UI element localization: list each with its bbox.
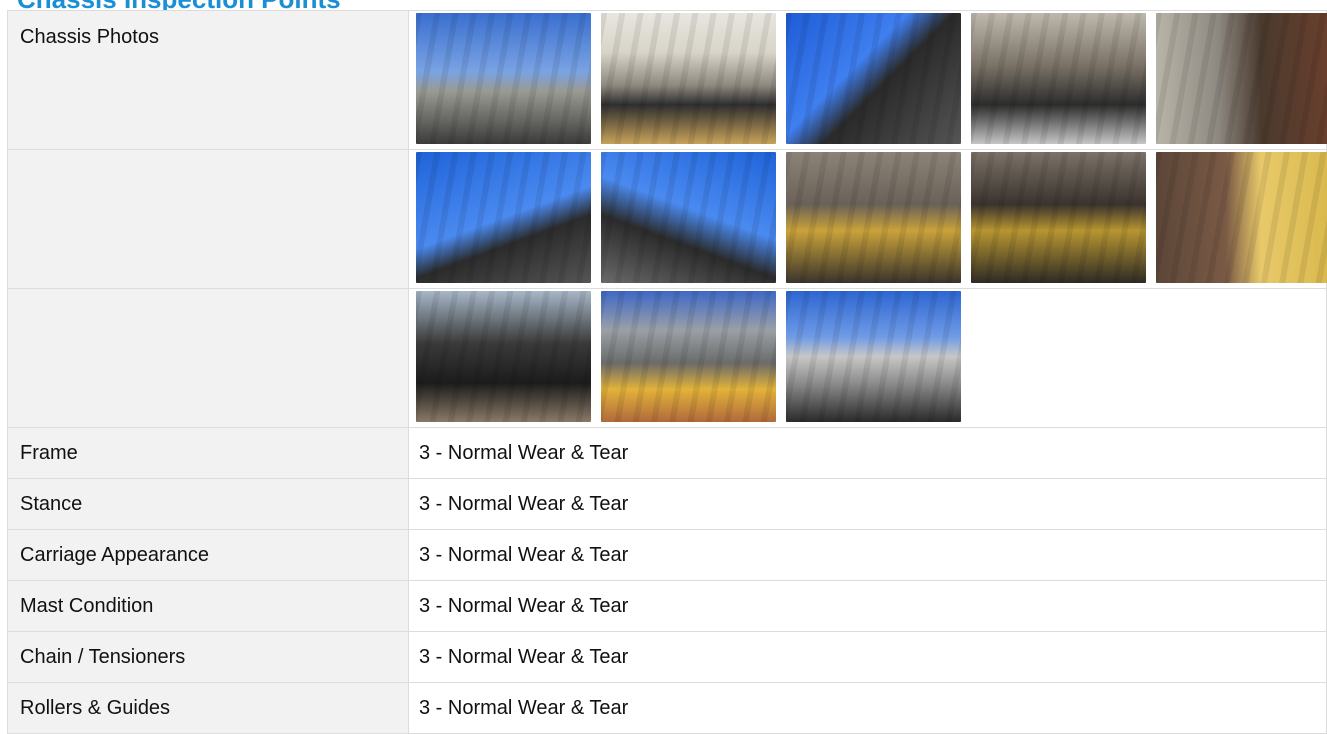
inspection-value: 3 - Normal Wear & Tear <box>408 631 1327 683</box>
inspection-row: Mast Condition 3 - Normal Wear & Tear <box>7 580 1327 632</box>
photo-thumbnail[interactable] <box>416 152 591 283</box>
inspection-label: Frame <box>7 427 409 479</box>
photo-thumbnail[interactable] <box>416 13 591 144</box>
photo-thumbnail[interactable] <box>601 291 776 422</box>
photo-strip <box>416 152 1327 283</box>
photos-label-cell: Chassis Photos <box>7 10 409 150</box>
photo-thumbnail[interactable] <box>971 13 1146 144</box>
inspection-table: Chassis Photos Frame 3 - Normal Wear & T… <box>7 10 1327 734</box>
inspection-row: Frame 3 - Normal Wear & Tear <box>7 427 1327 479</box>
photo-thumbnail[interactable] <box>1156 152 1327 283</box>
photo-cell <box>408 10 1327 150</box>
photos-label: Chassis Photos <box>20 26 159 48</box>
inspection-row: Stance 3 - Normal Wear & Tear <box>7 478 1327 530</box>
photo-strip <box>416 291 1326 422</box>
photo-cell <box>408 288 1327 428</box>
inspection-value: 3 - Normal Wear & Tear <box>408 478 1327 530</box>
photo-thumbnail[interactable] <box>601 13 776 144</box>
photo-thumbnail[interactable] <box>786 13 961 144</box>
photos-label-cell <box>7 149 409 289</box>
inspection-label: Mast Condition <box>7 580 409 632</box>
photo-row: Chassis Photos <box>7 10 1327 150</box>
photo-row <box>7 149 1327 289</box>
photo-thumbnail[interactable] <box>971 152 1146 283</box>
inspection-label: Carriage Appearance <box>7 529 409 581</box>
photos-label-cell <box>7 288 409 428</box>
inspection-label: Chain / Tensioners <box>7 631 409 683</box>
inspection-label: Stance <box>7 478 409 530</box>
photo-cell <box>408 149 1327 289</box>
photo-thumbnail[interactable] <box>416 291 591 422</box>
photo-strip <box>416 13 1327 144</box>
inspection-value: 3 - Normal Wear & Tear <box>408 427 1327 479</box>
photo-thumbnail[interactable] <box>786 152 961 283</box>
inspection-row: Chain / Tensioners 3 - Normal Wear & Tea… <box>7 631 1327 683</box>
photo-row <box>7 288 1327 428</box>
photo-thumbnail[interactable] <box>1156 13 1327 144</box>
inspection-value: 3 - Normal Wear & Tear <box>408 529 1327 581</box>
photo-thumbnail[interactable] <box>786 291 961 422</box>
photo-thumbnail[interactable] <box>601 152 776 283</box>
inspection-value: 3 - Normal Wear & Tear <box>408 580 1327 632</box>
inspection-row: Carriage Appearance 3 - Normal Wear & Te… <box>7 529 1327 581</box>
